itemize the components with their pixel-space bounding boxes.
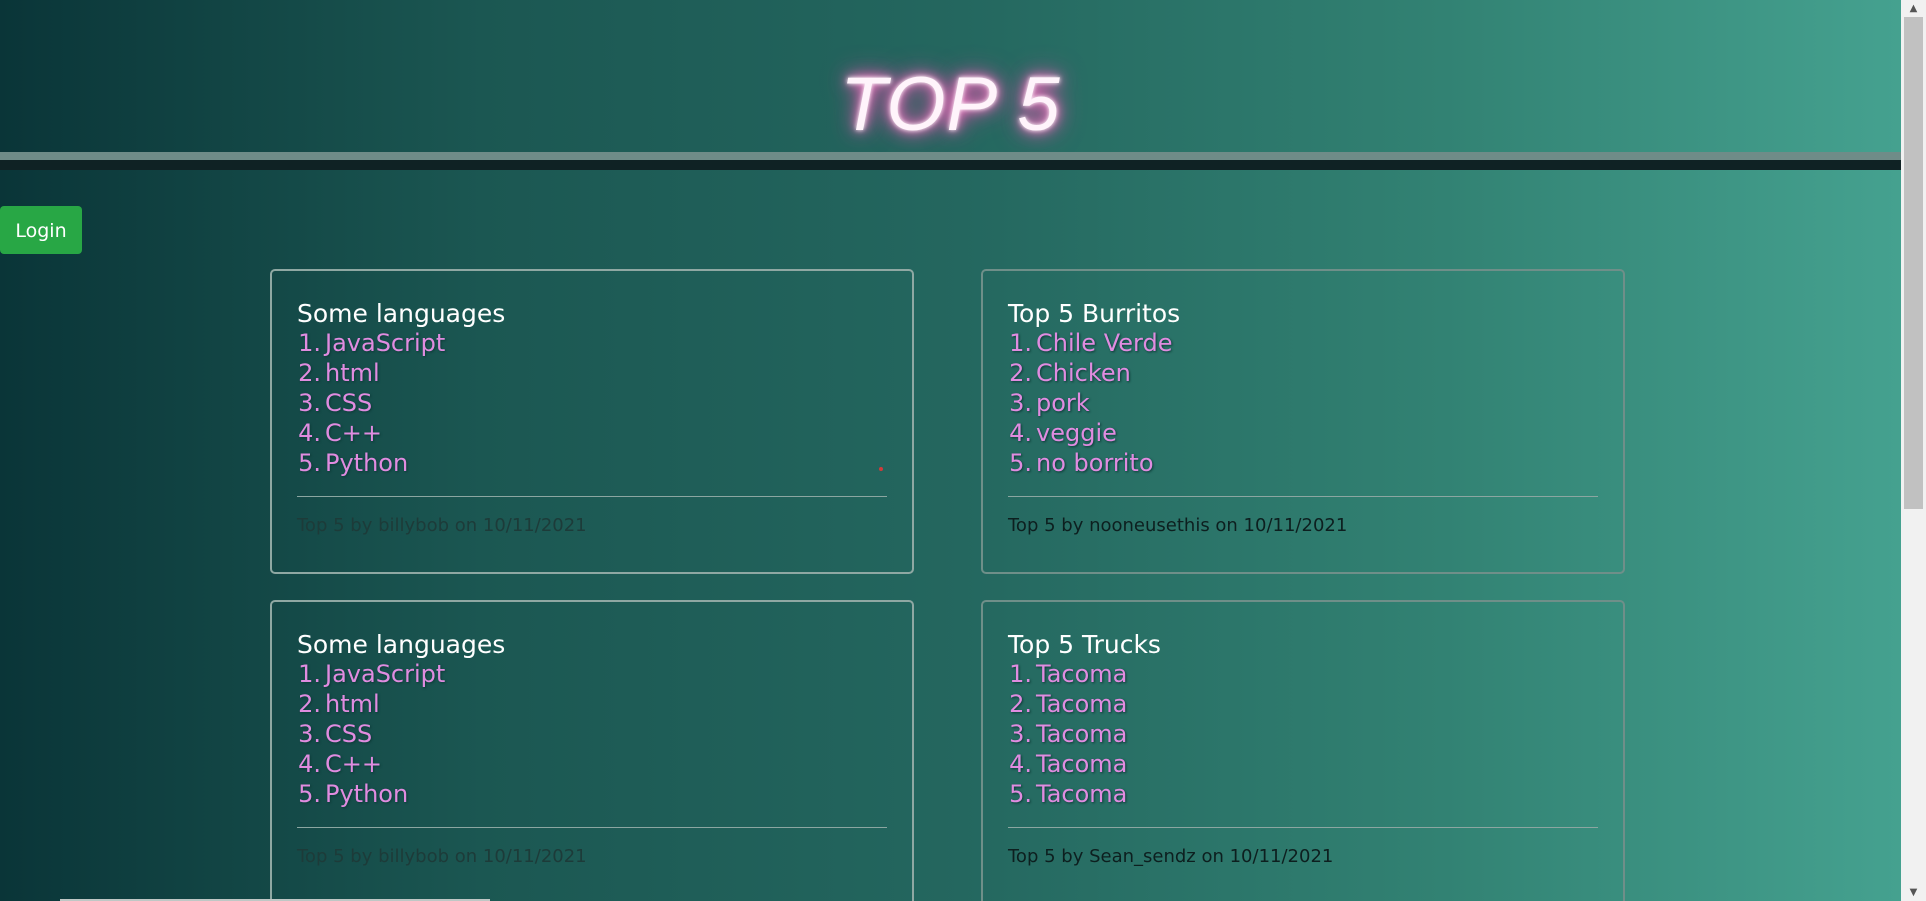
card-divider [1008,827,1598,828]
top5-card: Some languages 1. JavaScript 2. html 3. CSS… [270,269,914,574]
list-item: 2. html [296,689,445,719]
item-number: 4. [1009,750,1032,778]
top5-card: Top 5 Burritos 1. Chile Verde 2. Chicken 3… [981,269,1625,574]
item-text: Python [325,780,409,808]
item-text: veggie [1036,419,1117,447]
item-text: Tacoma [1036,720,1128,748]
card-title: Some languages [297,299,506,328]
list-item: 3. Tacoma [1007,719,1127,749]
item-text: CSS [325,389,373,417]
scrollbar-thumb[interactable] [1904,17,1923,509]
item-number: 2. [298,690,321,718]
item-number: 2. [1009,690,1032,718]
item-number: 5. [298,449,321,477]
item-number: 1. [298,329,321,357]
login-button[interactable]: Login [0,206,82,254]
list-item: 4. veggie [1007,418,1172,448]
item-number: 4. [298,419,321,447]
list-item: 2. html [296,358,445,388]
item-text: JavaScript [325,329,446,357]
item-number: 3. [298,720,321,748]
item-number: 1. [1009,660,1032,688]
item-number: 5. [1009,780,1032,808]
list-item: 4. C++ [296,749,445,779]
chevron-down-icon[interactable]: ▼ [1901,884,1926,901]
item-text: no borrito [1036,449,1154,477]
item-number: 2. [298,359,321,387]
list-item: 2. Tacoma [1007,689,1127,719]
list-item: 3. CSS [296,719,445,749]
list-item: 5. Tacoma [1007,779,1127,809]
list-item: 4. Tacoma [1007,749,1127,779]
item-text: Tacoma [1036,660,1128,688]
card-divider [297,827,887,828]
card-title: Some languages [297,630,506,659]
item-text: JavaScript [325,660,446,688]
chevron-up-icon[interactable]: ▲ [1901,0,1926,17]
item-text: html [325,690,380,718]
card-footer: Top 5 by Sean_sendz on 10/11/2021 [1008,846,1334,867]
item-text: C++ [325,419,382,447]
item-text: Tacoma [1036,780,1128,808]
item-number: 4. [298,750,321,778]
item-text: pork [1036,389,1090,417]
card-list: 1. Chile Verde 2. Chicken 3. pork 4. veggie … [1007,328,1172,478]
list-item: 4. C++ [296,418,445,448]
item-number: 5. [1009,449,1032,477]
item-text: C++ [325,750,382,778]
item-text: Tacoma [1036,690,1128,718]
header-divider-light [0,152,1901,160]
item-number: 2. [1009,359,1032,387]
card-footer: Top 5 by billybob on 10/11/2021 [297,515,587,536]
item-number: 5. [298,780,321,808]
item-text: Tacoma [1036,750,1128,778]
list-item: 3. pork [1007,388,1172,418]
card-title: Top 5 Burritos [1008,299,1181,328]
site-header: TOP 5 [0,0,1901,152]
list-item: 5. no borrito [1007,448,1172,478]
list-item: 1. JavaScript [296,328,445,358]
item-number: 3. [1009,720,1032,748]
item-number: 4. [1009,419,1032,447]
list-item: 1. JavaScript [296,659,445,689]
list-item: 1. Tacoma [1007,659,1127,689]
item-number: 3. [1009,389,1032,417]
marker-dot [879,467,883,471]
item-text: Python [325,449,409,477]
item-number: 3. [298,389,321,417]
list-item: 3. CSS [296,388,445,418]
card-title: Top 5 Trucks [1008,630,1161,659]
item-number: 1. [298,660,321,688]
item-text: Chicken [1036,359,1131,387]
card-list: 1. JavaScript 2. html 3. CSS 4. C++ 5. Python [296,328,445,478]
item-text: Chile Verde [1036,329,1173,357]
card-list: 1. JavaScript 2. html 3. CSS 4. C++ 5. Python [296,659,445,809]
list-item: 1. Chile Verde [1007,328,1172,358]
item-number: 1. [1009,329,1032,357]
card-footer: Top 5 by billybob on 10/11/2021 [297,846,587,867]
top5-card: Top 5 Trucks 1. Tacoma 2. Tacoma 3. Tacoma … [981,600,1625,901]
card-divider [297,496,887,497]
item-text: html [325,359,380,387]
card-footer: Top 5 by nooneusethis on 10/11/2021 [1008,515,1348,536]
vertical-scrollbar[interactable]: ▲ ▼ [1901,0,1926,901]
list-item: 5. Python [296,779,445,809]
card-list: 1. Tacoma 2. Tacoma 3. Tacoma 4. Tacoma 5. Ta… [1007,659,1127,809]
card-divider [1008,496,1598,497]
item-text: CSS [325,720,373,748]
page-viewport: TOP 5 Login Some languages 1. JavaScript … [0,0,1901,901]
site-title: TOP 5 [840,62,1061,147]
header-divider-dark [0,160,1901,170]
top5-card: Some languages 1. JavaScript 2. html 3. CSS… [270,600,914,901]
list-item: 5. Python [296,448,445,478]
list-item: 2. Chicken [1007,358,1172,388]
